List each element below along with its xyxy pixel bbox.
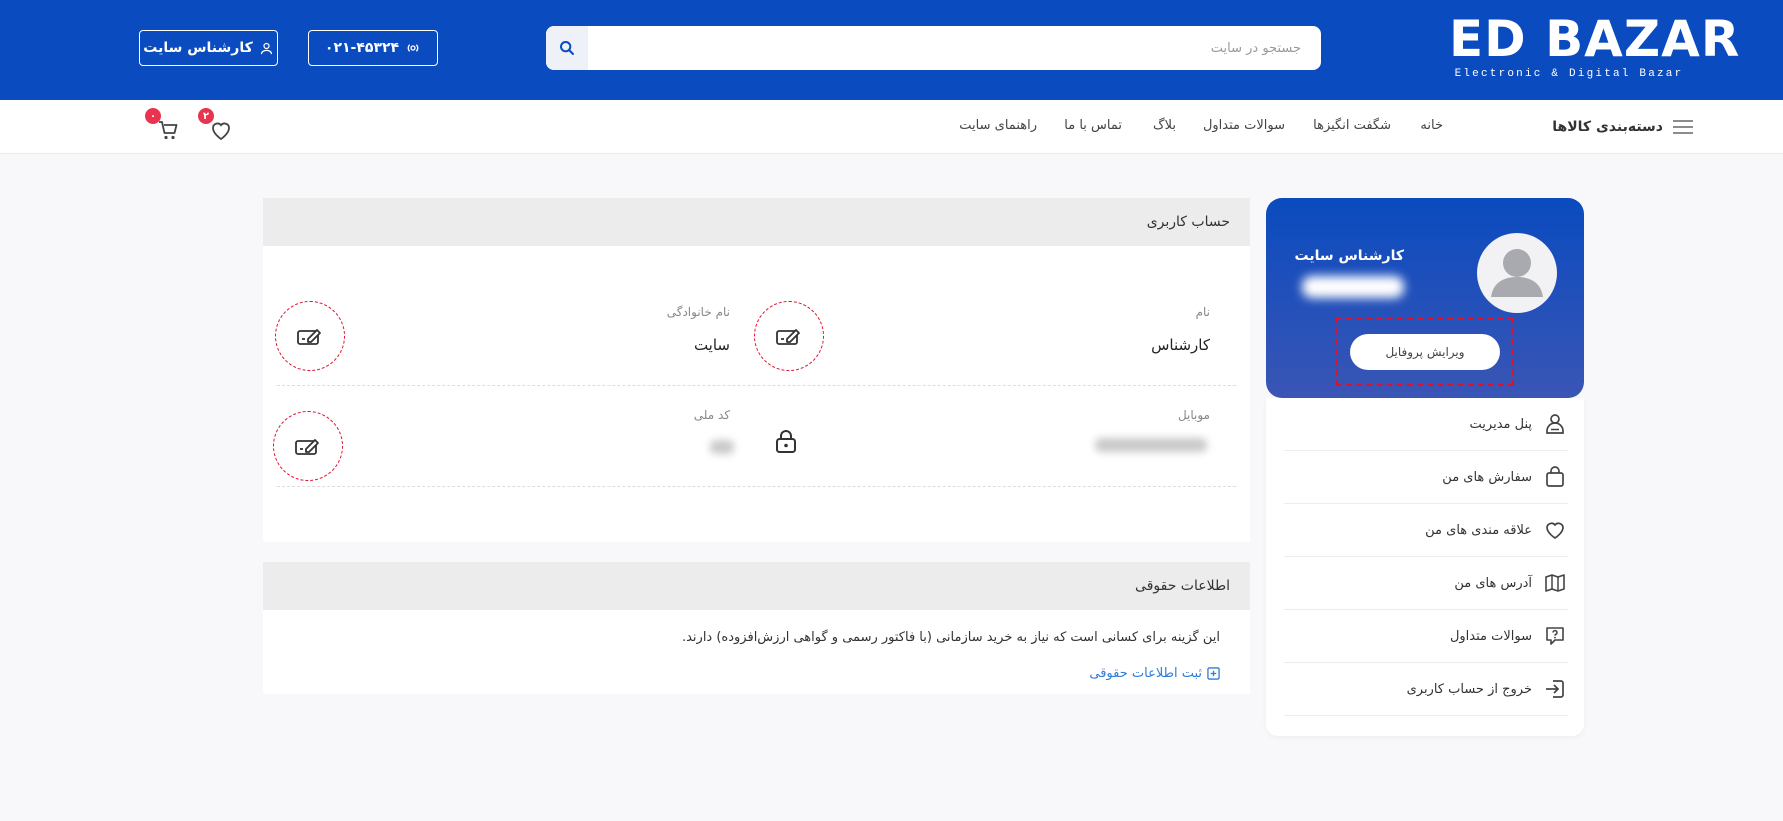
mobile-value-blurred: [1095, 438, 1207, 452]
legal-panel-title: اطلاعات حقوقی: [263, 562, 1250, 610]
lock-icon: [776, 430, 796, 453]
heart-icon: [1542, 517, 1568, 543]
account-panel-title: حساب کاربری: [263, 198, 1250, 246]
site-logo[interactable]: ED BAZAR Electronic & Digital Bazar: [1449, 10, 1741, 82]
nav-link-blog[interactable]: بلاگ: [1153, 118, 1176, 133]
edit-icon: [295, 439, 319, 455]
legal-description: این گزینه برای کسانی است که نیاز به خرید…: [681, 630, 1220, 645]
sidebar-item-label: خروج از حساب کاربری: [1406, 681, 1532, 697]
first-name-label: نام: [1195, 305, 1210, 319]
mobile-label: موبایل: [1177, 408, 1210, 422]
sidebar-item-wishlist[interactable]: علاقه مندی های من: [1284, 504, 1568, 557]
sidebar-item-orders[interactable]: سفارش های من: [1284, 451, 1568, 504]
user-account-button[interactable]: کارشناس سایت: [139, 30, 278, 66]
register-legal-info-label: ثبت اطلاعات حقوقی: [1089, 666, 1202, 681]
sidebar-item-label: علاقه مندی های من: [1425, 522, 1532, 538]
profile-name: کارشناس سایت: [1294, 248, 1405, 264]
first-name-value: کارشناس: [1151, 336, 1210, 354]
edit-last-name-button[interactable]: [275, 301, 345, 371]
avatar: [1477, 233, 1557, 313]
plus-square-icon: [1207, 667, 1220, 680]
row-divider: [277, 385, 1236, 386]
heart-icon: [212, 122, 230, 141]
main-nav: دسته‌بندی کالاها خانه شگفت انگیزها سوالا…: [0, 100, 1783, 154]
logo-text: ED BAZAR: [1449, 10, 1741, 68]
sidebar-item-label: سفارش های من: [1442, 469, 1532, 485]
national-code-value-blurred: [710, 440, 734, 454]
logo-tagline: Electronic & Digital Bazar: [1454, 68, 1684, 80]
cart-button[interactable]: ۰: [145, 108, 181, 140]
profile-card: کارشناس سایت ویرایش پروفایل: [1266, 198, 1584, 398]
edit-profile-button[interactable]: ویرایش پروفایل: [1350, 334, 1500, 370]
wishlist-button[interactable]: ۲: [198, 108, 234, 141]
user-icon: [260, 42, 272, 54]
phone-button[interactable]: ۰۲۱-۴۵۳۲۴: [308, 30, 438, 66]
cart-count-badge: ۰: [145, 108, 161, 124]
map-icon: [1542, 570, 1568, 596]
edit-icon: [297, 329, 321, 345]
edit-icon: [776, 329, 800, 345]
sidebar-item-label: پنل مدیریت: [1469, 416, 1532, 432]
phone-number: ۰۲۱-۴۵۳۲۴: [324, 40, 400, 56]
sidebar-item-faq[interactable]: سوالات متداول: [1284, 610, 1568, 663]
account-panel: حساب کاربری نام کارشناس نام خانوادگی سای…: [263, 198, 1250, 542]
nav-link-amazing[interactable]: شگفت انگیزها: [1313, 118, 1391, 133]
row-divider: [277, 486, 1236, 487]
logout-icon: [1542, 676, 1568, 702]
sidebar-item-logout[interactable]: خروج از حساب کاربری: [1284, 663, 1568, 716]
sidebar-item-addresses[interactable]: آدرس های من: [1284, 557, 1568, 610]
sidebar-menu: پنل مدیریت سفارش های من علاقه مندی های م…: [1266, 398, 1584, 736]
edit-national-code-button[interactable]: [273, 411, 343, 481]
mobile-lock: [769, 424, 803, 458]
phone-signal-icon: [407, 44, 419, 52]
search-input[interactable]: [601, 26, 1321, 70]
search-box: [546, 26, 1321, 70]
last-name-value: سایت: [693, 336, 730, 354]
user-account-label: کارشناس سایت: [143, 40, 253, 56]
nav-link-faq[interactable]: سوالات متداول: [1203, 118, 1285, 133]
national-code-label: کد ملی: [693, 408, 730, 422]
sidebar-item-admin-panel[interactable]: پنل مدیریت: [1284, 398, 1568, 451]
nav-link-guide[interactable]: راهنمای سایت: [959, 118, 1037, 133]
avatar-person-icon: [1491, 249, 1543, 297]
register-legal-info-link[interactable]: ثبت اطلاعات حقوقی: [1089, 666, 1220, 681]
wishlist-count-badge: ۲: [198, 108, 214, 124]
edit-first-name-button[interactable]: [754, 301, 824, 371]
admin-user-icon: [1542, 411, 1568, 437]
categories-menu[interactable]: دسته‌بندی کالاها: [1552, 100, 1693, 154]
profile-phone-blurred: [1302, 276, 1404, 298]
search-icon: [560, 41, 574, 55]
top-header: ED BAZAR Electronic & Digital Bazar ۰۲۱-…: [0, 0, 1783, 100]
categories-label: دسته‌بندی کالاها: [1552, 119, 1663, 135]
shopping-bag-icon: [1542, 464, 1568, 490]
question-icon: [1542, 623, 1568, 649]
nav-link-home[interactable]: خانه: [1420, 118, 1443, 133]
sidebar-item-label: سوالات متداول: [1449, 628, 1532, 644]
search-button[interactable]: [546, 26, 588, 70]
last-name-label: نام خانوادگی: [666, 305, 730, 319]
cart-icon: [159, 121, 178, 140]
legal-panel: اطلاعات حقوقی این گزینه برای کسانی است ک…: [263, 562, 1250, 694]
nav-link-contact[interactable]: تماس با ما: [1064, 118, 1122, 133]
hamburger-icon: [1673, 120, 1693, 134]
sidebar-item-label: آدرس های من: [1454, 575, 1532, 591]
